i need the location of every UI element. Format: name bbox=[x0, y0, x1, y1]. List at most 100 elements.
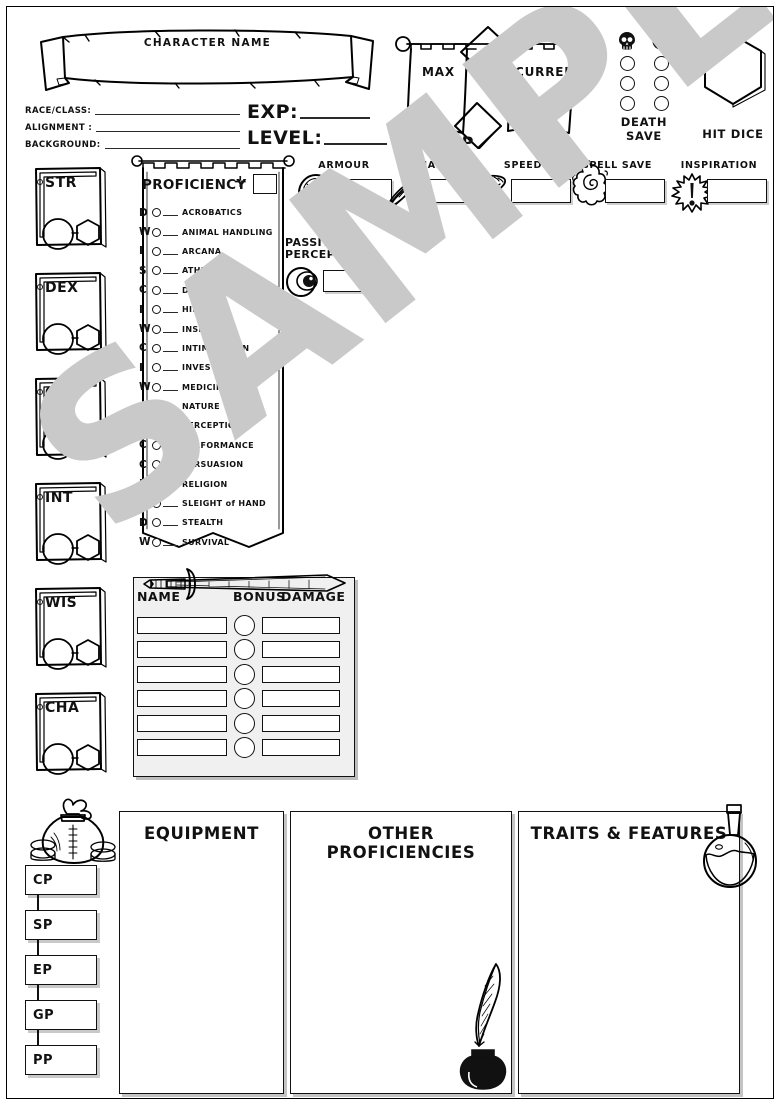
skill-modifier-input[interactable] bbox=[163, 370, 178, 372]
death-save-success-3[interactable] bbox=[653, 96, 669, 111]
speed-field[interactable]: SPEED bbox=[475, 160, 571, 212]
alignment-input[interactable] bbox=[96, 131, 240, 132]
attack-bonus-input[interactable] bbox=[234, 737, 255, 759]
attack-row[interactable] bbox=[129, 736, 351, 761]
skill-row-insight[interactable]: W INSIGHT bbox=[139, 319, 291, 338]
skill-row-religion[interactable]: I RELIGION bbox=[139, 474, 291, 493]
level-input[interactable] bbox=[324, 143, 387, 145]
race-class-row[interactable]: RACE/CLASS: bbox=[25, 101, 240, 118]
attack-row[interactable] bbox=[129, 687, 351, 712]
skill-row-nature[interactable]: I NATURE bbox=[139, 397, 291, 416]
armour-input[interactable] bbox=[332, 179, 392, 203]
skill-prof-dot[interactable] bbox=[152, 208, 161, 218]
skill-modifier-input[interactable] bbox=[163, 389, 178, 391]
skill-modifier-input[interactable] bbox=[163, 273, 178, 275]
attack-row[interactable] bbox=[129, 711, 351, 736]
skill-row-performance[interactable]: C PERFORMANCE bbox=[139, 436, 291, 455]
ability-con-prof-dot[interactable] bbox=[37, 389, 43, 395]
hit-points-banner[interactable]: HP MAX CURRENT TEMP bbox=[393, 21, 593, 152]
initiative-field[interactable]: INITIAITIVE bbox=[385, 160, 481, 209]
exp-row[interactable]: EXP: bbox=[247, 97, 387, 123]
skill-prof-dot[interactable] bbox=[152, 343, 161, 353]
alignment-row[interactable]: ALIGNMENT : bbox=[25, 118, 240, 135]
attack-bonus-input[interactable] bbox=[234, 639, 255, 661]
ability-cha-prof-dot[interactable] bbox=[37, 704, 43, 710]
skill-modifier-input[interactable] bbox=[163, 428, 178, 430]
ability-box-dex[interactable]: DEX bbox=[31, 270, 109, 356]
skill-row-investigation[interactable]: I INVESTIGATION bbox=[139, 358, 291, 377]
currency-row-ep[interactable]: EP bbox=[25, 955, 115, 1000]
attack-damage-input[interactable] bbox=[262, 665, 340, 683]
currency-pp-input[interactable]: PP bbox=[25, 1045, 97, 1075]
currency-row-pp[interactable]: PP bbox=[25, 1045, 115, 1090]
skill-prof-dot[interactable] bbox=[152, 246, 161, 256]
currency-row-gp[interactable]: GP bbox=[25, 1000, 115, 1045]
death-save-tracker[interactable]: DEATH SAVE bbox=[601, 29, 687, 143]
skill-prof-dot[interactable] bbox=[152, 421, 161, 431]
skill-row-survival[interactable]: W SURVIVAL bbox=[139, 533, 291, 552]
attack-bonus-input[interactable] bbox=[234, 614, 255, 636]
level-row[interactable]: LEVEL: bbox=[247, 123, 387, 149]
skill-row-deception[interactable]: C DECEPTION bbox=[139, 281, 291, 300]
attack-damage-input[interactable] bbox=[262, 739, 340, 757]
hit-dice-field[interactable]: HIT DICE bbox=[695, 29, 771, 141]
skill-modifier-input[interactable] bbox=[163, 409, 178, 411]
currency-gp-input[interactable]: GP bbox=[25, 1000, 97, 1030]
skill-modifier-input[interactable] bbox=[163, 312, 178, 314]
attack-name-input[interactable] bbox=[137, 690, 227, 708]
skill-prof-dot[interactable] bbox=[152, 227, 161, 237]
attack-damage-input[interactable] bbox=[262, 616, 340, 634]
ability-box-str[interactable]: STR bbox=[31, 165, 109, 251]
currency-sp-input[interactable]: SP bbox=[25, 910, 97, 940]
death-save-success-column[interactable] bbox=[651, 31, 671, 111]
skill-row-perception[interactable]: W PERCEPTION bbox=[139, 416, 291, 435]
attack-row[interactable] bbox=[129, 638, 351, 663]
skill-modifier-input[interactable] bbox=[163, 350, 178, 352]
ability-box-wis[interactable]: WIS bbox=[31, 585, 109, 671]
skill-prof-dot[interactable] bbox=[152, 518, 161, 528]
death-save-fail-1[interactable] bbox=[619, 56, 635, 71]
equipment-panel[interactable]: EQUIPMENT bbox=[119, 811, 284, 1094]
skill-row-persuasion[interactable]: C PERSUASION bbox=[139, 455, 291, 474]
armour-class-field[interactable]: ARMOUR bbox=[296, 160, 392, 212]
ability-box-con[interactable]: CON bbox=[31, 375, 109, 461]
inspiration-input[interactable] bbox=[707, 179, 767, 203]
skill-modifier-input[interactable] bbox=[163, 544, 178, 546]
ability-dex-prof-dot[interactable] bbox=[37, 284, 43, 290]
skill-prof-dot[interactable] bbox=[152, 363, 161, 373]
skill-row-medicine[interactable]: W MEDICINE bbox=[139, 378, 291, 397]
ability-box-int[interactable]: INT bbox=[31, 480, 109, 566]
skill-row-stealth[interactable]: D STEALTH bbox=[139, 513, 291, 532]
attack-bonus-input[interactable] bbox=[234, 663, 255, 685]
passive-perception-input[interactable] bbox=[323, 269, 369, 292]
skill-prof-dot[interactable] bbox=[152, 440, 161, 450]
skill-modifier-input[interactable] bbox=[163, 234, 178, 236]
skill-prof-dot[interactable] bbox=[152, 460, 161, 470]
skill-modifier-input[interactable] bbox=[163, 525, 178, 527]
skill-row-intimidation[interactable]: C INTIMIDATION bbox=[139, 339, 291, 358]
race-class-input[interactable] bbox=[95, 114, 240, 115]
attack-name-input[interactable] bbox=[137, 665, 227, 683]
skill-row-history[interactable]: I HISTORY bbox=[139, 300, 291, 319]
death-save-success-2[interactable] bbox=[653, 76, 669, 91]
skill-prof-dot[interactable] bbox=[152, 305, 161, 315]
proficiency-bonus-input[interactable] bbox=[253, 174, 277, 194]
attack-name-input[interactable] bbox=[137, 641, 227, 659]
spell-save-field[interactable]: SPELL SAVE bbox=[569, 160, 665, 209]
background-input[interactable] bbox=[104, 148, 240, 149]
inspiration-field[interactable]: INSPIRATION bbox=[667, 160, 771, 213]
skill-row-sleight-of-hand[interactable]: D SLEIGHT of HAND bbox=[139, 494, 291, 513]
skill-modifier-input[interactable] bbox=[163, 253, 178, 255]
death-save-fail-2[interactable] bbox=[619, 76, 635, 91]
ability-wis-prof-dot[interactable] bbox=[37, 599, 43, 605]
skill-modifier-input[interactable] bbox=[163, 506, 178, 508]
spell-save-input[interactable] bbox=[605, 179, 665, 203]
attack-damage-input[interactable] bbox=[262, 714, 340, 732]
skill-modifier-input[interactable] bbox=[163, 486, 178, 488]
attack-name-input[interactable] bbox=[137, 714, 227, 732]
skill-modifier-input[interactable] bbox=[163, 467, 178, 469]
currency-ep-input[interactable]: EP bbox=[25, 955, 97, 985]
ability-int-prof-dot[interactable] bbox=[37, 494, 43, 500]
skill-prof-dot[interactable] bbox=[152, 285, 161, 295]
passive-perception-field[interactable]: PASSIVE PERCEPTION bbox=[285, 236, 395, 299]
